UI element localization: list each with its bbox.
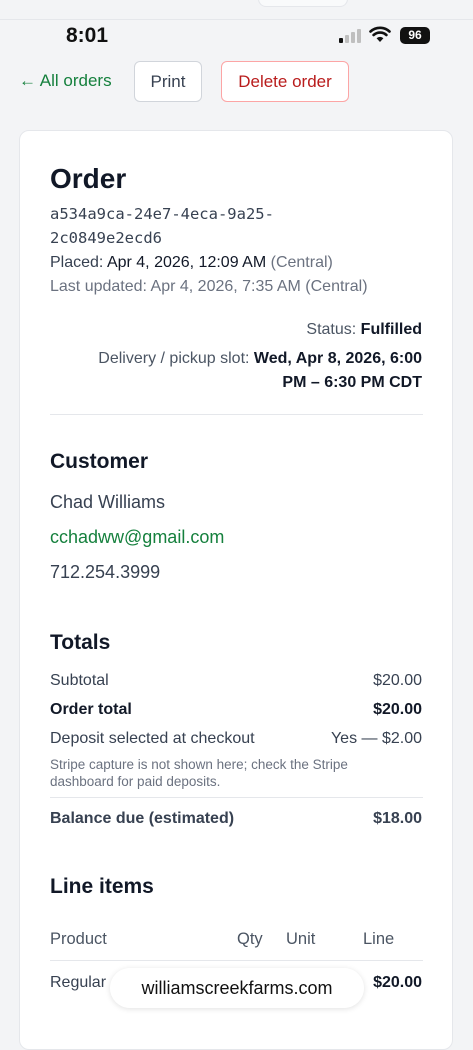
balance-due-value: $18.00 <box>373 810 422 827</box>
order-toolbar: ← All orders Print Delete order <box>0 60 473 102</box>
column-header-product: Product <box>50 930 107 948</box>
order-id-line-2: 2c0849e2ecd6 <box>50 229 162 247</box>
line-item-product: Regular <box>50 974 107 991</box>
balance-due-label: Balance due (estimated) <box>50 810 235 827</box>
line-items-heading: Line items <box>50 875 154 898</box>
stripe-note: Stripe capture is not shown here; check … <box>50 757 348 789</box>
all-orders-link[interactable]: ← All orders <box>19 71 112 91</box>
totals-heading: Totals <box>50 631 111 654</box>
page-title: Order <box>50 163 127 194</box>
customer-email-link[interactable]: cchadww@gmail.com <box>50 527 224 548</box>
placed-timezone: (Central) <box>270 254 333 271</box>
battery-icon: 96 <box>400 27 430 44</box>
print-button[interactable]: Print <box>134 61 202 102</box>
placed-value: Apr 4, 2026, 12:09 AM <box>106 254 267 271</box>
slot-value-line-2: PM – 6:30 PM CDT <box>282 374 422 391</box>
divider <box>50 414 423 415</box>
order-total-label: Order total <box>50 701 132 718</box>
slot-line: Delivery / pickup slot: Wed, Apr 8, 2026… <box>98 350 422 368</box>
order-total-value: $20.00 <box>373 701 422 718</box>
line-item-total: $20.00 <box>373 974 422 991</box>
delete-order-button[interactable]: Delete order <box>221 61 349 102</box>
status-time: 8:01 <box>66 24 109 47</box>
customer-name: Chad Williams <box>50 492 166 512</box>
placed-label: Placed: <box>50 254 104 271</box>
order-id-line-1: a534a9ca-24e7-4eca-9a25- <box>50 205 274 223</box>
divider <box>50 960 423 961</box>
order-card: Order a534a9ca-24e7-4eca-9a25- 2c0849e2e… <box>19 130 453 1050</box>
status-line: Status: Fulfilled <box>306 321 422 339</box>
column-header-unit: Unit <box>286 930 316 948</box>
browser-top-edge <box>0 0 473 20</box>
placed-line: Placed: Apr 4, 2026, 12:09 AM (Central) <box>50 254 333 272</box>
status-bar: 8:01 96 <box>0 22 473 50</box>
customer-heading: Customer <box>50 450 149 473</box>
cellular-signal-icon <box>339 29 363 43</box>
status-label: Status: <box>306 321 357 338</box>
browser-address-bar[interactable]: williamscreekfarms.com <box>110 968 364 1008</box>
customer-phone: 712.254.3999 <box>50 562 161 582</box>
slot-value-line-1: Wed, Apr 8, 2026, 6:00 <box>253 350 422 367</box>
slot-label: Delivery / pickup slot: <box>98 350 250 367</box>
deposit-value: Yes — $2.00 <box>330 730 422 747</box>
divider <box>50 797 423 798</box>
wifi-icon <box>369 26 391 42</box>
browser-tab-handle <box>258 0 348 7</box>
column-header-qty: Qty <box>237 930 263 948</box>
column-header-line: Line <box>363 930 395 948</box>
status-value: Fulfilled <box>360 321 422 338</box>
subtotal-value: $20.00 <box>373 672 422 689</box>
subtotal-label: Subtotal <box>50 672 109 689</box>
deposit-label: Deposit selected at checkout <box>50 730 255 747</box>
last-updated: Last updated: Apr 4, 2026, 7:35 AM (Cent… <box>50 278 368 295</box>
